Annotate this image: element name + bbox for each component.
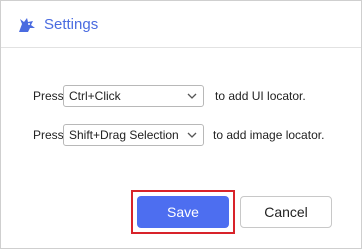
ui-locator-shortcut-value: Ctrl+Click <box>69 89 121 103</box>
title-divider <box>1 47 361 48</box>
cancel-button[interactable]: Cancel <box>240 196 332 228</box>
chevron-down-icon <box>187 132 197 138</box>
ui-locator-row: Press Ctrl+Click to add UI locator. <box>33 84 306 108</box>
dialog-title: Settings <box>44 16 99 33</box>
image-locator-row: Press Shift+Drag Selection to add image … <box>33 123 324 147</box>
save-button[interactable]: Save <box>137 196 229 228</box>
image-locator-shortcut-value: Shift+Drag Selection <box>69 128 179 142</box>
press-label: Press <box>33 128 64 142</box>
chevron-down-icon <box>187 93 197 99</box>
dragon-logo-icon <box>19 18 35 32</box>
title-bar: Settings <box>1 1 361 47</box>
press-label: Press <box>33 89 64 103</box>
ui-locator-shortcut-select[interactable]: Ctrl+Click <box>63 85 204 107</box>
settings-dialog: Settings Press Ctrl+Click to add UI loca… <box>0 0 362 249</box>
image-locator-shortcut-select[interactable]: Shift+Drag Selection <box>63 124 204 146</box>
ui-locator-description: to add UI locator. <box>215 89 306 103</box>
image-locator-description: to add image locator. <box>213 128 325 142</box>
